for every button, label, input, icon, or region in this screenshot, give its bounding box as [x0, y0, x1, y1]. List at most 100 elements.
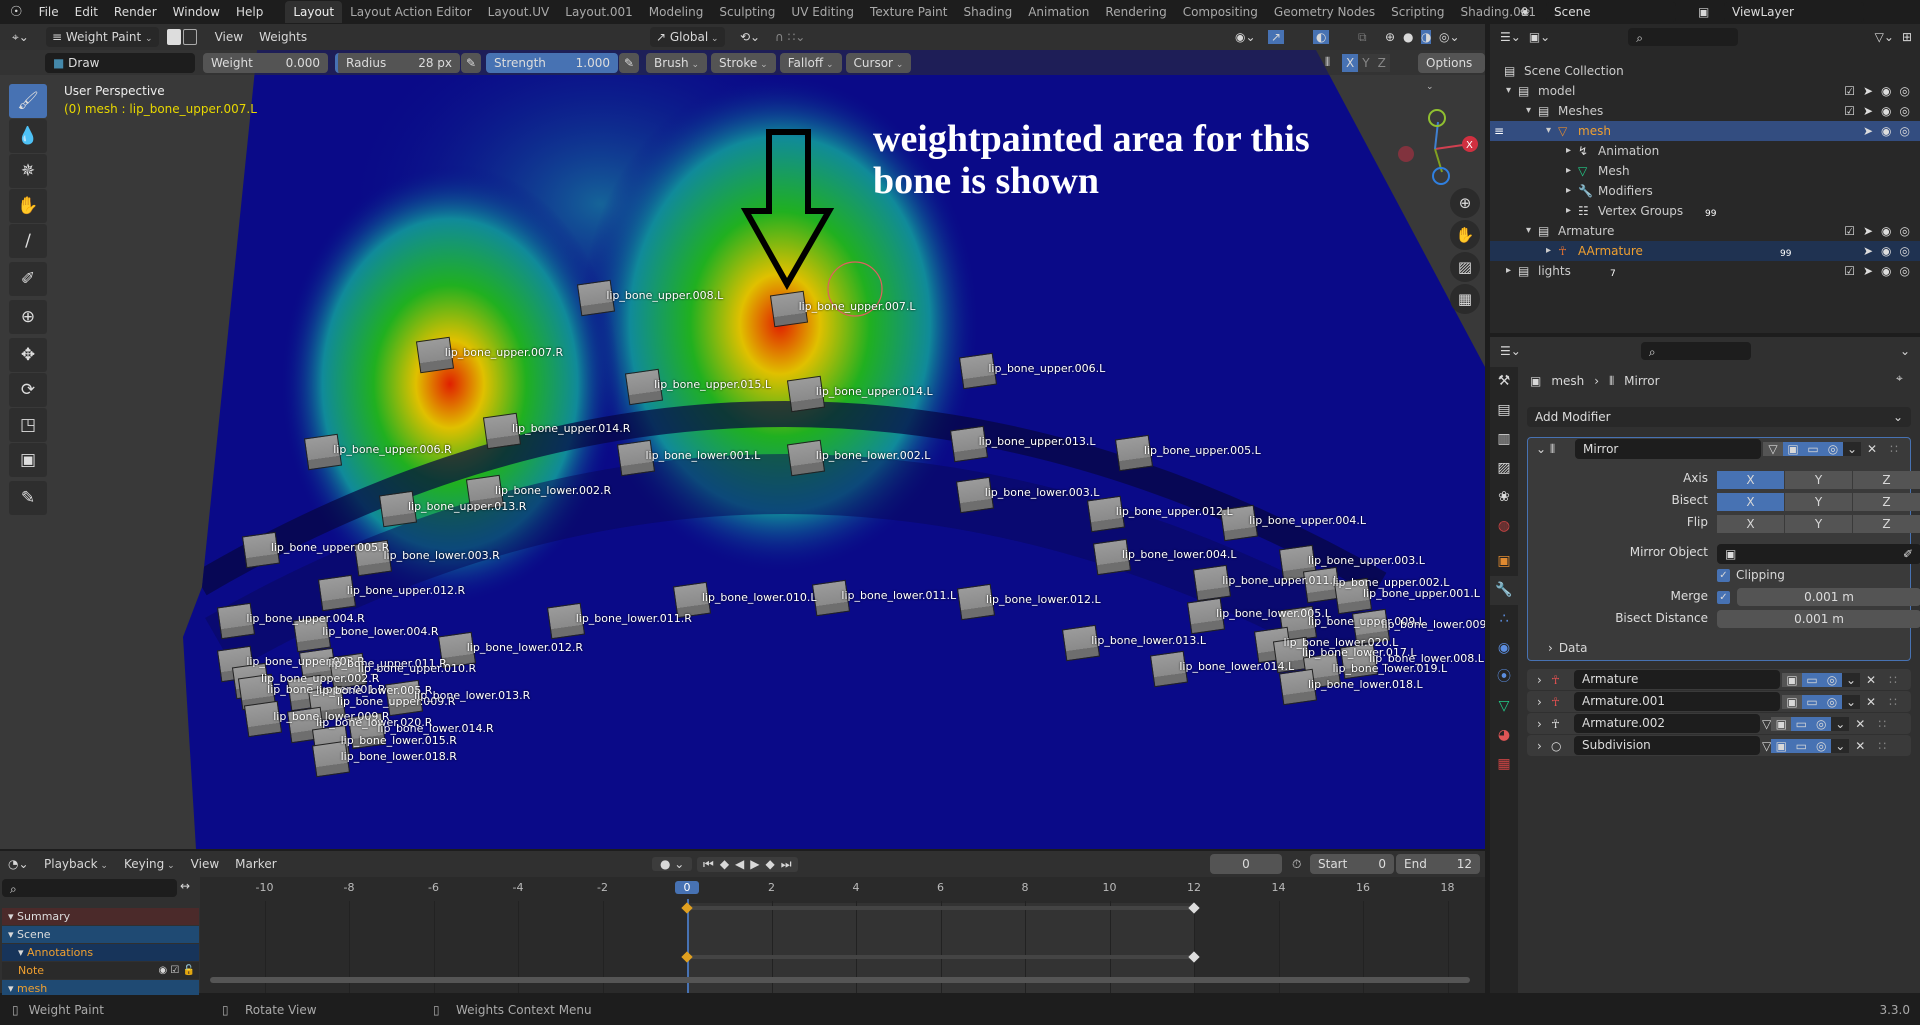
render-camera-icon[interactable]: ◎	[1900, 101, 1910, 121]
modifier-menu-chevron-icon[interactable]: ⌄	[1831, 716, 1850, 731]
eye-icon[interactable]: ◉	[1881, 101, 1891, 121]
menu-file[interactable]: File	[31, 5, 67, 19]
next-keyframe-icon[interactable]: ◆	[766, 857, 775, 871]
pivot-icon[interactable]: ⟲⌄	[740, 30, 760, 44]
add-modifier-dropdown[interactable]: Add Modifier ⌄	[1527, 407, 1911, 427]
3d-viewport[interactable]: lip_bone_upper.008.L lip_bone_upper.007.L…	[0, 24, 1485, 849]
falloff-dropdown[interactable]: Falloff	[779, 52, 842, 73]
channel-search[interactable]: ⌕	[2, 879, 177, 897]
view-layer-selector[interactable]: ViewLayer	[1724, 2, 1864, 22]
selectable-arrow-icon[interactable]: ➤	[1863, 241, 1873, 261]
modifier-menu-chevron-icon[interactable]: ⌄	[1843, 442, 1861, 456]
draw-brush-icon[interactable]: 🖌	[9, 84, 47, 118]
world-tab-icon[interactable]: ◍	[1490, 512, 1518, 541]
edit-mode-icon[interactable]: ▣	[1782, 672, 1802, 687]
eye-icon[interactable]: ◉	[1881, 81, 1891, 101]
properties-search[interactable]: ⌕	[1640, 342, 1751, 360]
workspace-tab[interactable]: Rendering	[1097, 1, 1174, 23]
merge-checkbox[interactable]: ✓	[1717, 591, 1730, 604]
workspace-tab[interactable]: Modeling	[641, 1, 712, 23]
outliner-row[interactable]: ▾ ▤ model ☑ ➤ ◉ ◎	[1490, 81, 1920, 101]
menu-edit[interactable]: Edit	[67, 5, 106, 19]
scale-icon[interactable]: ◳	[9, 408, 47, 442]
visibility-icon[interactable]: ◉⌄	[1235, 30, 1256, 44]
editor-type-icon[interactable]: ◔⌄	[8, 857, 34, 871]
navigation-gizmo[interactable]: X	[1390, 94, 1480, 194]
face-select-toggle-icon[interactable]	[182, 29, 197, 45]
workspace-tab[interactable]: Sculpting	[711, 1, 783, 23]
zoom-icon[interactable]: ⊕	[1450, 188, 1480, 218]
mirror-object-field[interactable]: ▣ ✐	[1717, 544, 1920, 564]
modifier-name-field[interactable]: Subdivision	[1574, 736, 1760, 755]
exclude-checkbox[interactable]: ☑	[1844, 81, 1855, 101]
workspace-tab[interactable]: Texture Paint	[862, 1, 955, 23]
flip-x-toggle[interactable]: X	[1717, 515, 1784, 533]
edit-mode-cage-icon[interactable]: ▽	[1763, 442, 1783, 456]
realtime-display-icon[interactable]: ▭	[1802, 672, 1822, 687]
expanded-arrow-icon[interactable]: ▾	[8, 982, 17, 995]
prev-keyframe-icon[interactable]: ◆	[720, 857, 729, 871]
drag-handle-icon[interactable]: ∷	[1871, 739, 1893, 753]
tool-tab-icon[interactable]: ⚒	[1490, 367, 1518, 396]
flip-y-toggle[interactable]: Y	[1785, 515, 1852, 533]
bisect-z-toggle[interactable]: Z	[1853, 493, 1920, 511]
edit-mode-icon[interactable]: ▣	[1771, 738, 1792, 753]
workspace-tab[interactable]: Layout	[285, 1, 343, 23]
scene-icon[interactable]: ❀	[1520, 5, 1546, 19]
editor-type-icon[interactable]: ☰⌄	[1500, 344, 1521, 358]
workspace-tab[interactable]: Scripting	[1383, 1, 1452, 23]
eye-icon[interactable]: ◉	[1881, 261, 1891, 281]
collapsed-arrow-icon[interactable]: ▸	[1566, 141, 1571, 161]
shading-wireframe-icon[interactable]: ⊕	[1385, 30, 1395, 44]
workspace-tab[interactable]: Layout Action Editor	[342, 1, 480, 23]
outliner-search[interactable]: ⌕	[1628, 28, 1739, 46]
transform-orientation-dropdown[interactable]: ↗ Global	[650, 27, 725, 47]
workspace-tab[interactable]: Layout.UV	[480, 1, 558, 23]
end-frame-field[interactable]: End 12	[1396, 854, 1480, 874]
eye-icon[interactable]: ◉	[1881, 221, 1891, 241]
realtime-display-icon[interactable]: ▭	[1791, 716, 1812, 731]
start-frame-field[interactable]: Start 0	[1310, 854, 1394, 874]
outliner-row[interactable]: ▤ Scene Collection	[1490, 61, 1920, 81]
gradient-icon[interactable]: ∕	[9, 224, 47, 258]
modifier-menu-chevron-icon[interactable]: ⌄	[1831, 738, 1850, 753]
pin-icon[interactable]: ⌖	[1896, 371, 1903, 386]
axis-z-toggle[interactable]: Z	[1853, 471, 1920, 489]
channel-note[interactable]: Note ◉ ☑ 🔓	[2, 962, 199, 979]
drag-handle-icon[interactable]: ∷	[1871, 717, 1893, 731]
filter-icon[interactable]: ▽⌄	[1875, 30, 1894, 44]
radius-pressure-icon[interactable]: ✎	[461, 52, 482, 73]
expanded-arrow-icon[interactable]: ▾	[8, 910, 17, 923]
mirror-axis-x-toggle[interactable]: X	[1342, 53, 1359, 72]
playback-menu[interactable]: Playback	[38, 857, 114, 871]
bisect-distance-field[interactable]: 0.001 m	[1717, 610, 1920, 628]
snap-icon[interactable]: ∩ ∷⌄	[775, 30, 805, 44]
axis-y-toggle[interactable]: Y	[1785, 471, 1852, 489]
workspace-tab[interactable]: UV Editing	[783, 1, 862, 23]
render-camera-icon[interactable]: ◎	[1900, 221, 1910, 241]
mirror-axis-z-toggle[interactable]: Z	[1373, 53, 1390, 72]
output-tab-icon[interactable]: ▥	[1490, 425, 1518, 454]
display-mode-icon[interactable]: ☰⌄	[1500, 30, 1521, 44]
jump-end-icon[interactable]: ⏭	[781, 857, 792, 872]
render-camera-icon[interactable]: ◎	[1822, 672, 1842, 687]
constraints-tab-icon[interactable]: ⦿	[1490, 663, 1518, 692]
shading-solid-icon[interactable]: ●	[1403, 30, 1413, 44]
expanded-arrow-icon[interactable]: ▾	[18, 946, 27, 959]
render-tab-icon[interactable]: ▤	[1490, 396, 1518, 425]
render-camera-icon[interactable]: ◎	[1823, 442, 1843, 456]
options-chevron-icon[interactable]: ⌄	[1900, 344, 1910, 358]
strength-field[interactable]: Strength 1.000	[486, 52, 618, 73]
weights-menu[interactable]: Weights	[259, 30, 307, 44]
outliner-row[interactable]: ▸ ▤ lights 7 ☑ ➤ ◉ ◎	[1490, 261, 1920, 281]
dopesheet-area[interactable]: -10 -8 -6 -4 -2 0 2 4 6 8 10 12 14 16 18	[200, 877, 1485, 993]
menu-render[interactable]: Render	[106, 5, 165, 19]
strength-pressure-icon[interactable]: ✎	[619, 52, 640, 73]
menu-window[interactable]: Window	[165, 5, 228, 19]
data-tab-icon[interactable]: ▽	[1490, 692, 1518, 721]
exclude-checkbox[interactable]: ☑	[1844, 101, 1855, 121]
shading-rendered-icon[interactable]: ◎⌄	[1439, 30, 1460, 44]
mode-selector[interactable]: ≡ Weight Paint	[46, 27, 159, 47]
delete-modifier-icon[interactable]: ✕	[1860, 673, 1882, 687]
outliner-row[interactable]: ▾ ▤ Armature ☑ ➤ ◉ ◎	[1490, 221, 1920, 241]
